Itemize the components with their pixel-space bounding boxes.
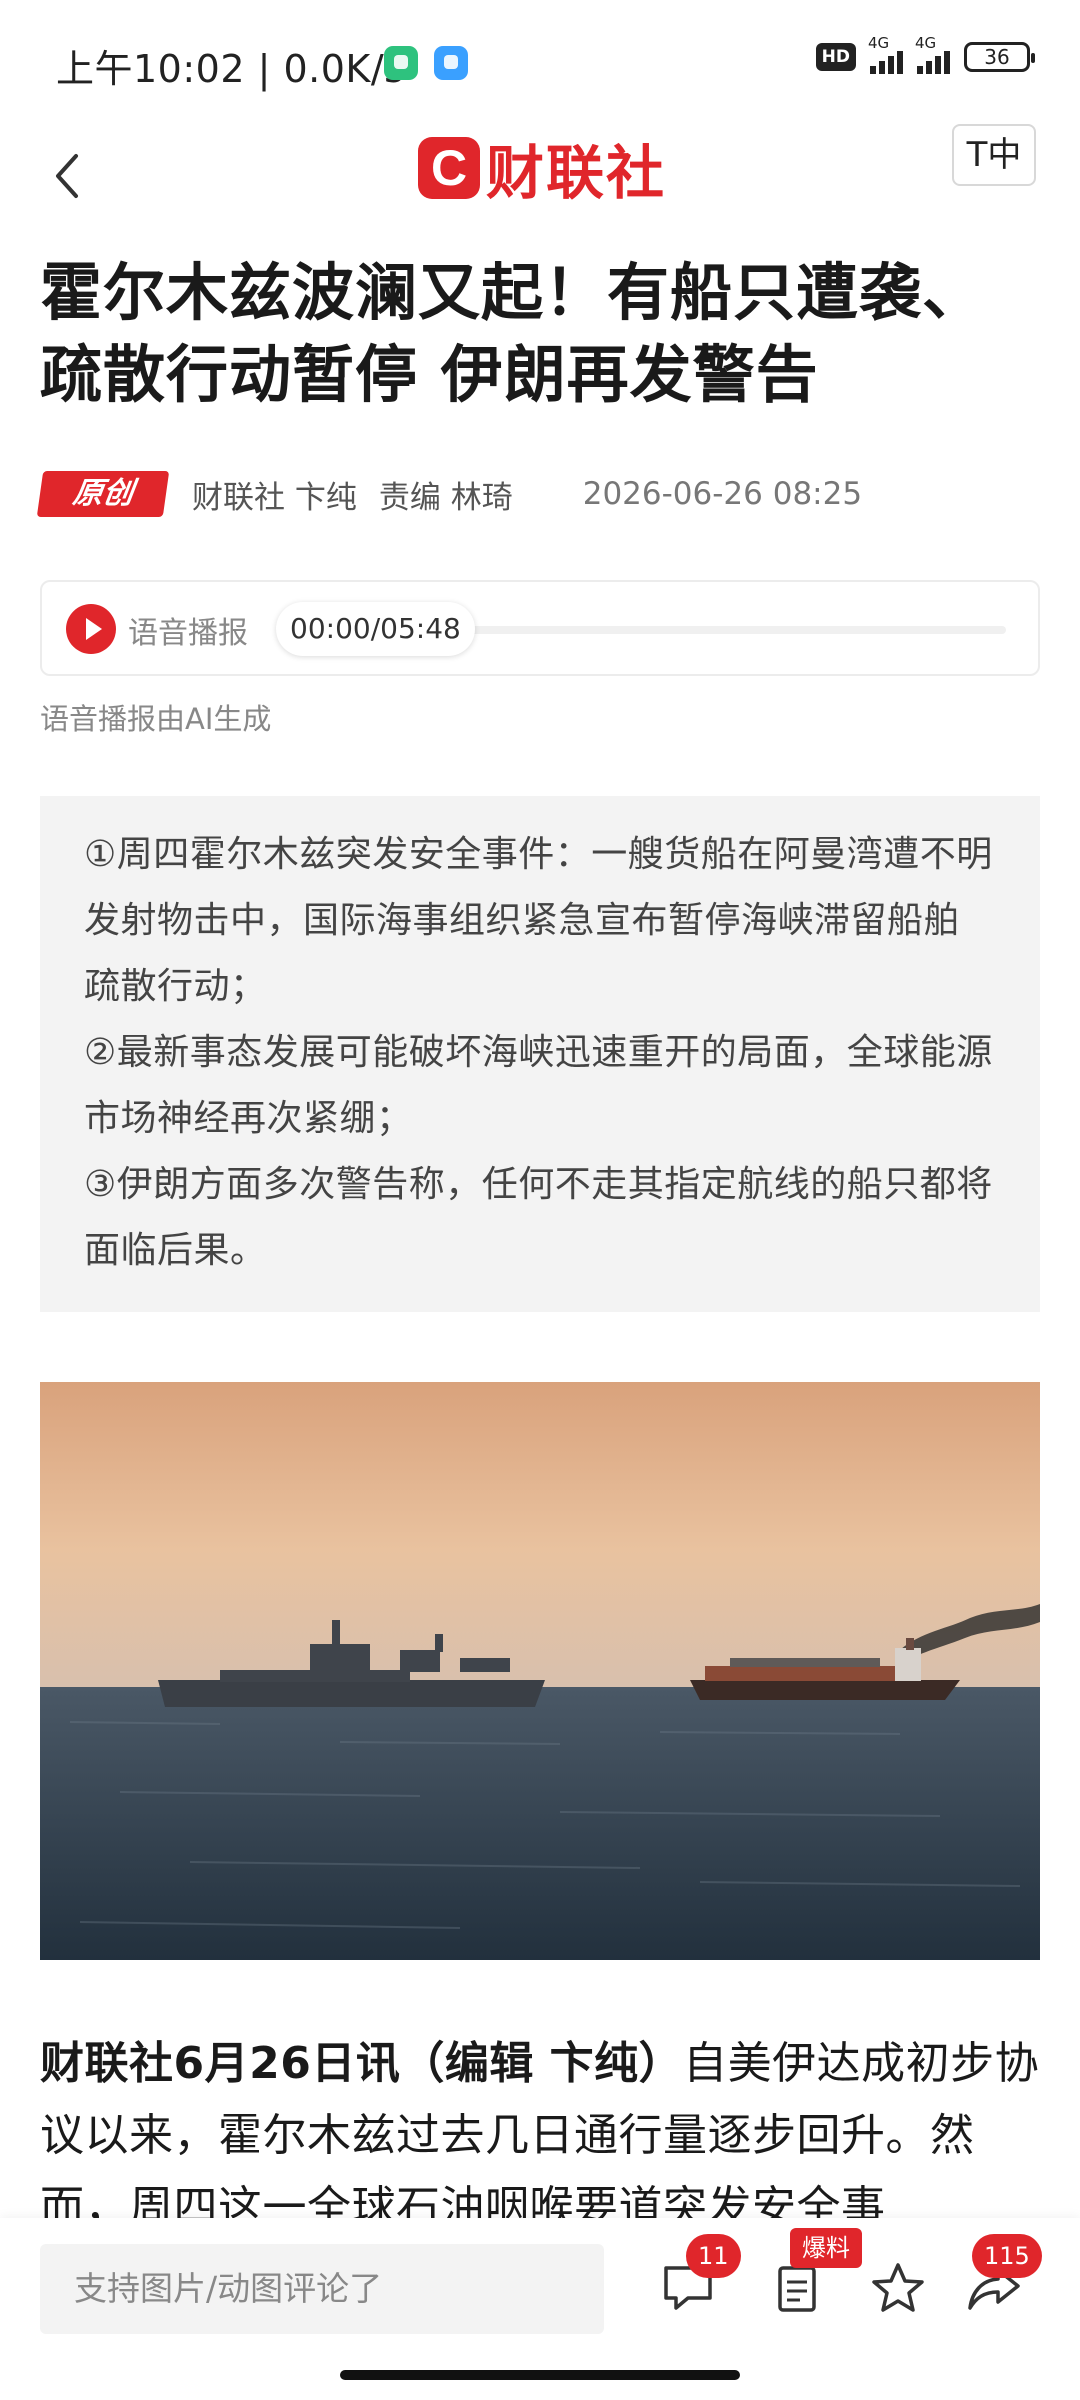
top-nav: C 财联社 T中 <box>0 120 1080 240</box>
article-image[interactable] <box>40 1382 1040 1960</box>
article-author[interactable]: 财联社 卞纯 <box>192 472 357 517</box>
article-editor: 责编 林琦 <box>378 479 513 516</box>
report-badge: 爆料 <box>790 2228 862 2268</box>
comment-input[interactable]: 支持图片/动图评论了 <box>40 2244 604 2334</box>
audio-ai-note: 语音播报由AI生成 <box>40 702 272 736</box>
app-notification-icon <box>434 46 468 80</box>
app-notification-icon <box>384 46 418 80</box>
logo-text: 财联社 <box>486 139 667 207</box>
audio-label: 语音播报 <box>128 616 248 651</box>
status-indicators: HD 4G 4G 36 <box>815 34 1035 74</box>
original-badge: 原创 <box>36 471 170 517</box>
share-count-badge: 115 <box>972 2234 1042 2278</box>
play-button[interactable] <box>66 604 116 654</box>
font-size-button[interactable]: T中 <box>952 124 1036 186</box>
app-logo: C 财联社 <box>418 126 666 210</box>
article-date: 2026-06-26 08:25 <box>582 476 863 512</box>
article-meta: 原创 财联社 卞纯 责编 林琦 2026-06-26 08:25 <box>36 470 1040 518</box>
audio-time-thumb[interactable]: 00:00/05:48 <box>276 602 475 656</box>
home-indicator[interactable] <box>340 2370 740 2380</box>
status-bar: 上午10:02 | 0.0K/s HD 4G 4G 36 <box>0 0 1080 120</box>
network-type: 4G <box>868 34 890 52</box>
battery-icon: 36 <box>964 42 1035 72</box>
article-summary: ①周四霍尔木兹突发安全事件：一艘货船在阿曼湾遭不明发射物击中，国际海事组织紧急宣… <box>40 796 1040 1312</box>
back-button[interactable] <box>44 144 92 208</box>
comment-count-badge: 11 <box>686 2234 741 2278</box>
summary-point: ②最新事态发展可能破坏海峡迅速重开的局面，全球能源市场神经再次紧绷； <box>84 1032 993 1139</box>
ships-at-sea-photo <box>40 1382 1040 1960</box>
body-lead: 财联社6月26日讯（编辑 卞纯） <box>40 2038 684 2089</box>
logo-mark: C <box>418 137 480 199</box>
signal-icon: 4G <box>915 34 950 74</box>
article-title: 霍尔木兹波澜又起！有船只遭袭、疏散行动暂停 伊朗再发警告 <box>40 256 986 411</box>
star-icon <box>872 2263 924 2312</box>
favorite-button[interactable] <box>868 2258 928 2318</box>
summary-point: ③伊朗方面多次警告称，任何不走其指定航线的船只都将面临后果。 <box>84 1164 993 1271</box>
audio-player: 语音播报 00:00/05:48 <box>40 580 1040 676</box>
chevron-left-icon <box>56 154 78 198</box>
hd-icon: HD <box>815 43 856 71</box>
signal-icon: 4G <box>868 34 903 74</box>
summary-point: ①周四霍尔木兹突发安全事件：一艘货船在阿曼湾遭不明发射物击中，国际海事组织紧急宣… <box>84 834 993 1007</box>
article-body: 财联社6月26日讯（编辑 卞纯）自美伊达成初步协议以来，霍尔木兹过去几日通行量逐… <box>40 2028 1050 2224</box>
network-type: 4G <box>915 34 937 52</box>
status-time: 上午10:02 | 0.0K/s <box>56 47 405 91</box>
